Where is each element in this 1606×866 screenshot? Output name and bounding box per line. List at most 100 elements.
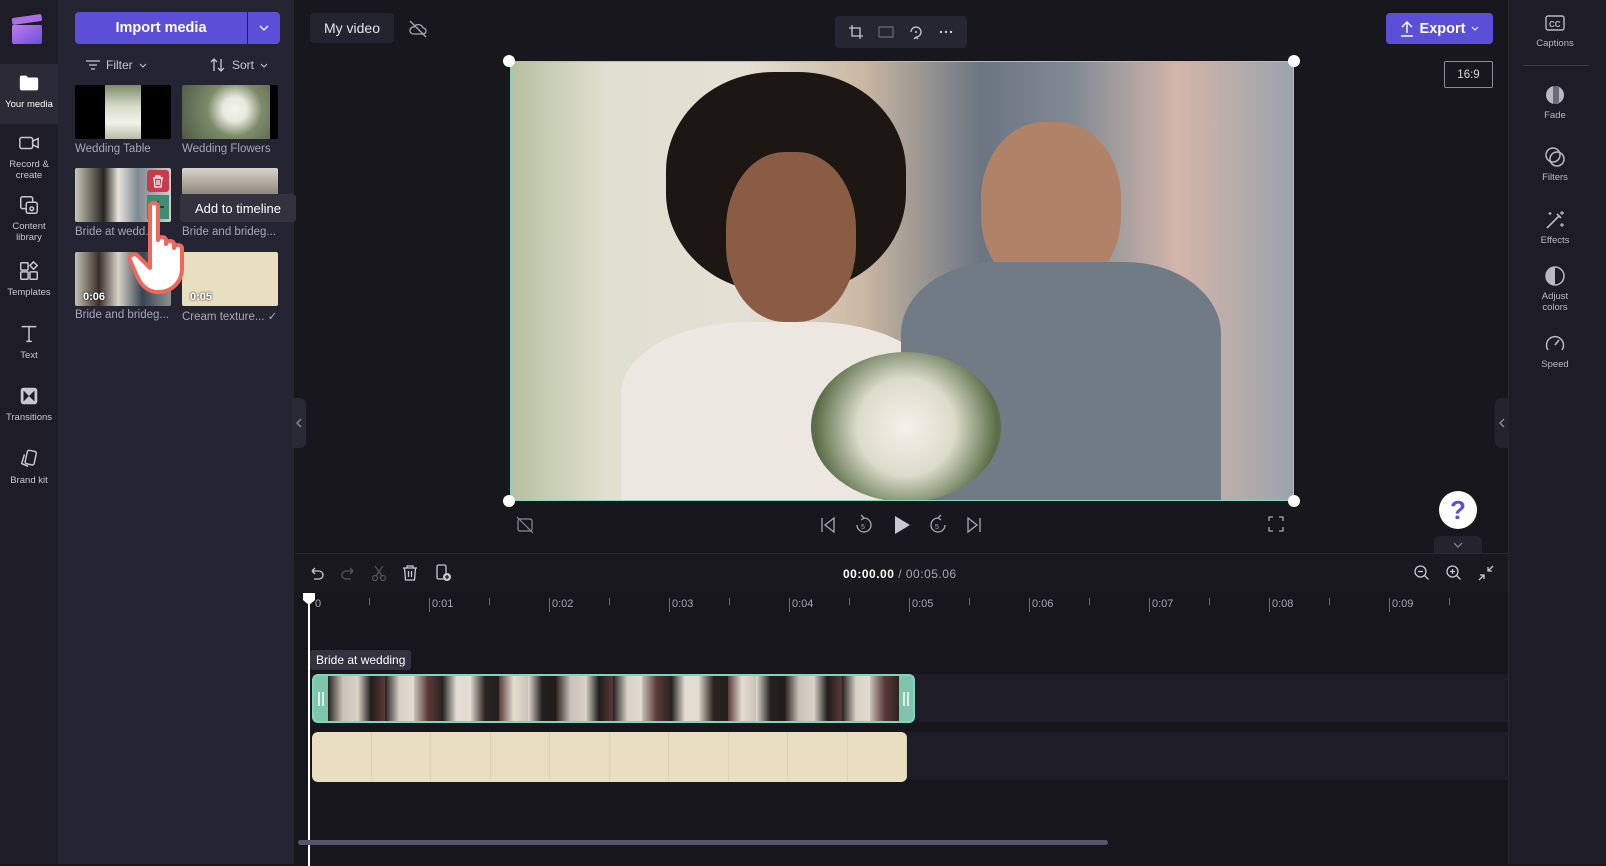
filmstrip-frame xyxy=(870,676,899,721)
ruler-minor-tick xyxy=(1209,598,1210,605)
resize-handle-top-right[interactable] xyxy=(1288,55,1300,67)
cream-segment xyxy=(669,732,729,782)
question-mark-icon: ? xyxy=(1450,494,1466,525)
trim-handle-left[interactable] xyxy=(314,676,328,721)
trash-icon xyxy=(153,174,163,188)
speed-label: Speed xyxy=(1541,359,1569,370)
captions-off-icon[interactable] xyxy=(516,516,534,534)
nav-transitions[interactable]: Transitions xyxy=(0,377,58,437)
filters-button[interactable]: Filters xyxy=(1523,146,1587,183)
delete-icon[interactable] xyxy=(401,564,419,582)
skip-to-start-icon[interactable] xyxy=(820,516,836,534)
filter-button[interactable]: Filter xyxy=(86,55,147,75)
more-options-icon[interactable] xyxy=(938,24,954,40)
sort-label: Sort xyxy=(232,58,255,72)
left-navigation: Your media Record & create Content libra… xyxy=(0,0,58,864)
effects-label: Effects xyxy=(1540,235,1570,246)
thumbnail-image xyxy=(105,85,141,139)
clip-filmstrip xyxy=(328,676,899,721)
filmstrip-frame xyxy=(613,676,643,721)
content-library-icon xyxy=(20,196,38,214)
effects-button[interactable]: Effects xyxy=(1523,209,1587,246)
fade-button[interactable]: Fade xyxy=(1523,84,1587,121)
playhead-handle[interactable] xyxy=(302,592,316,606)
timeline-ruler[interactable]: 0 0:01 0:02 0:03 0:04 0:05 0:06 0:07 0:08 0:09 xyxy=(295,594,1508,619)
video-clip-bride-at-wedding[interactable] xyxy=(312,674,915,723)
project-title-field[interactable]: My video xyxy=(310,13,394,43)
play-icon[interactable] xyxy=(892,514,912,536)
media-label: Bride and brideg... xyxy=(182,226,276,238)
import-dropdown-button[interactable] xyxy=(248,12,280,44)
cream-segment xyxy=(372,732,431,782)
help-button[interactable]: ? xyxy=(1439,491,1477,529)
rotate-icon[interactable] xyxy=(908,24,924,40)
split-scissors-icon[interactable] xyxy=(370,564,388,582)
fit-icon[interactable] xyxy=(878,24,894,40)
filters-icon xyxy=(1545,147,1565,167)
skip-to-end-icon[interactable] xyxy=(966,516,982,534)
collapse-media-panel-button[interactable] xyxy=(292,398,306,448)
filmstrip-frame xyxy=(470,676,500,721)
trim-handle-right[interactable] xyxy=(899,676,913,721)
ruler-minor-tick xyxy=(1089,598,1090,605)
adjust-colors-button[interactable]: Adjust colors xyxy=(1523,265,1587,313)
cream-segment xyxy=(729,732,788,782)
total-time: / 00:05.06 xyxy=(898,567,957,581)
ruler-minor-tick xyxy=(729,598,730,605)
crop-icon[interactable] xyxy=(848,24,864,40)
sort-button[interactable]: Sort xyxy=(210,55,268,75)
filmstrip-frame xyxy=(813,676,842,721)
ruler-minor-tick xyxy=(1329,598,1330,605)
effects-icon xyxy=(1546,211,1564,229)
ruler-major-tick xyxy=(429,598,430,612)
resize-handle-top-left[interactable] xyxy=(503,55,515,67)
brand-kit-icon xyxy=(20,449,38,468)
ruler-minor-tick xyxy=(489,598,490,605)
nav-label: Your media xyxy=(5,99,53,110)
nav-your-media[interactable]: Your media xyxy=(0,64,58,124)
collapse-timeline-button[interactable] xyxy=(1434,536,1482,553)
export-label: Export xyxy=(1419,20,1466,37)
forward-5-seconds-icon[interactable]: 5 xyxy=(928,514,948,536)
nav-label: Record & create xyxy=(9,159,49,181)
expand-properties-panel-button[interactable] xyxy=(1495,398,1509,448)
video-preview[interactable] xyxy=(510,61,1294,501)
speed-icon xyxy=(1545,335,1565,351)
resize-handle-bottom-right[interactable] xyxy=(1288,495,1300,507)
hand-cursor-icon xyxy=(128,201,184,294)
nav-text[interactable]: Text xyxy=(0,315,58,375)
ruler-major-tick xyxy=(1029,598,1030,612)
media-thumbnail-wedding-table[interactable] xyxy=(75,85,171,139)
speed-button[interactable]: Speed xyxy=(1523,333,1587,370)
filmstrip-frame xyxy=(841,676,871,721)
undo-icon[interactable] xyxy=(308,564,326,582)
preview-toolbar xyxy=(835,16,967,48)
aspect-ratio-button[interactable]: 16:9 xyxy=(1444,61,1493,88)
playhead[interactable] xyxy=(303,593,315,866)
media-thumbnail-wedding-flowers[interactable] xyxy=(182,85,278,139)
cloud-off-icon[interactable] xyxy=(408,19,428,39)
ruler-major-tick xyxy=(909,598,910,612)
nav-content-library[interactable]: Content library xyxy=(0,186,58,246)
resize-handle-bottom-left[interactable] xyxy=(503,495,515,507)
captions-button[interactable]: CC Captions xyxy=(1523,12,1587,49)
delete-media-button[interactable] xyxy=(147,170,169,192)
import-media-button[interactable]: Import media xyxy=(75,12,247,44)
timeline-scrollbar[interactable] xyxy=(298,840,1108,845)
media-thumbnail-cream-texture[interactable]: 0:05 xyxy=(182,252,278,306)
redo-icon[interactable] xyxy=(339,564,357,582)
fit-to-window-icon[interactable] xyxy=(1477,564,1495,582)
ruler-label: 0:03 xyxy=(672,598,694,610)
zoom-out-icon[interactable] xyxy=(1413,564,1431,582)
zoom-in-icon[interactable] xyxy=(1445,564,1463,582)
divider xyxy=(1523,65,1589,66)
fullscreen-icon[interactable] xyxy=(1268,516,1284,532)
rewind-5-seconds-icon[interactable]: 5 xyxy=(854,514,874,536)
nav-templates[interactable]: Templates xyxy=(0,252,58,312)
chevron-left-icon xyxy=(296,418,302,428)
export-button[interactable]: Export xyxy=(1386,13,1493,44)
nav-record-create[interactable]: Record & create xyxy=(0,124,58,184)
add-media-icon[interactable] xyxy=(434,564,452,582)
cream-texture-clip[interactable] xyxy=(312,732,907,782)
nav-brand-kit[interactable]: Brand kit xyxy=(0,440,58,500)
